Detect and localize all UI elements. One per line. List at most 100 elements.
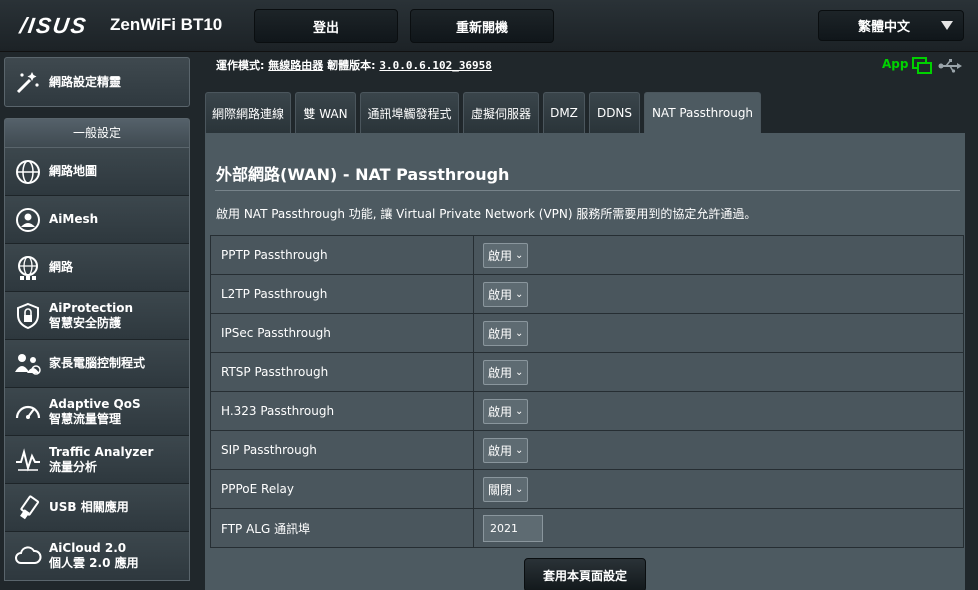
- sidebar-item-usb-application[interactable]: USB 相關應用: [5, 484, 189, 532]
- language-value: 繁體中文: [857, 20, 910, 35]
- cloud-icon: [11, 539, 45, 573]
- speedometer-icon: [11, 395, 45, 429]
- tab-virtual-server[interactable]: 虛擬伺服器: [463, 92, 539, 133]
- asus-logo: /ISUS: [18, 13, 90, 38]
- row-label: PPTP Passthrough: [210, 235, 474, 275]
- family-icon: [11, 347, 45, 381]
- table-row: FTP ALG 通訊埠 2021: [210, 508, 964, 548]
- sidebar-item-text: AiCloud 2.0 個人雲 2.0 應用: [49, 541, 139, 571]
- sidebar-item-adaptive-qos[interactable]: Adaptive QoS 智慧流量管理: [5, 388, 189, 436]
- usb-drive-icon: [11, 491, 45, 525]
- table-row: IPSec Passthrough 啟用 ⌄: [210, 313, 964, 353]
- ipsec-passthrough-select[interactable]: 啟用 ⌄: [483, 320, 529, 346]
- reboot-button[interactable]: 重新開機: [410, 9, 554, 43]
- chevron-down-icon: ⌄: [515, 444, 524, 456]
- firmware-version-link[interactable]: 3.0.0.6.102_36958: [379, 59, 492, 72]
- sidebar-item-sublabel: 智慧流量管理: [49, 411, 122, 426]
- sidebar-item-text: AiProtection 智慧安全防護: [49, 301, 133, 331]
- l2tp-passthrough-select[interactable]: 啟用 ⌄: [483, 281, 529, 307]
- tab-internet-connection[interactable]: 網際網路連線: [205, 92, 291, 133]
- sidebar-item-text: Adaptive QoS 智慧流量管理: [49, 397, 141, 427]
- tab-nat-passthrough[interactable]: NAT Passthrough: [644, 92, 761, 133]
- select-value: 啟用: [488, 326, 513, 341]
- sidebar-item-network[interactable]: 網路: [5, 244, 189, 292]
- table-row: PPTP Passthrough 啟用 ⌄: [210, 235, 964, 275]
- row-label: L2TP Passthrough: [210, 274, 474, 314]
- apply-settings-button[interactable]: 套用本頁面設定: [524, 558, 646, 590]
- table-row: L2TP Passthrough 啟用 ⌄: [210, 274, 964, 314]
- tab-dual-wan[interactable]: 雙 WAN: [295, 92, 356, 133]
- select-value: 啟用: [488, 287, 513, 302]
- row-label: SIP Passthrough: [210, 430, 474, 470]
- row-label: H.323 Passthrough: [210, 391, 474, 431]
- sidebar-item-aiprotection[interactable]: AiProtection 智慧安全防護: [5, 292, 189, 340]
- chevron-down-icon: ⌄: [515, 483, 524, 495]
- chevron-down-icon: ⌄: [515, 366, 524, 378]
- table-row: SIP Passthrough 啟用 ⌄: [210, 430, 964, 470]
- page-title: 外部網路(WAN) - NAT Passthrough: [216, 165, 510, 184]
- sidebar-item-text: Traffic Analyzer 流量分析: [49, 445, 153, 475]
- shield-lock-icon: [11, 299, 45, 333]
- sidebar-item-label: AiProtection: [49, 300, 133, 315]
- pppoe-relay-select[interactable]: 關閉 ⌄: [483, 476, 529, 502]
- sidebar-item-parental-controls[interactable]: 家長電腦控制程式: [5, 340, 189, 388]
- row-label: IPSec Passthrough: [210, 313, 474, 353]
- network-globe-icon: [11, 251, 45, 285]
- rtsp-passthrough-select[interactable]: 啟用 ⌄: [483, 359, 529, 385]
- aimesh-icon: [11, 203, 45, 237]
- h323-passthrough-select[interactable]: 啟用 ⌄: [483, 398, 529, 424]
- logout-button[interactable]: 登出: [254, 9, 398, 43]
- sidebar-item-label: 網路地圖: [49, 164, 98, 178]
- select-value: 啟用: [488, 404, 513, 419]
- sidebar-item-label: USB 相關應用: [49, 500, 129, 514]
- sidebar-item-label: Adaptive QoS: [49, 396, 141, 411]
- select-value: 啟用: [488, 365, 513, 380]
- usb-status-icon[interactable]: [938, 58, 962, 77]
- network-status-icon[interactable]: [912, 57, 932, 79]
- chevron-down-icon: ⌄: [515, 288, 524, 300]
- operation-mode-link[interactable]: 無線路由器: [268, 59, 323, 72]
- quick-setup-label: 網路設定精靈: [49, 74, 122, 89]
- sidebar-item-sublabel: 智慧安全防護: [49, 315, 122, 330]
- chevron-down-icon: ⌄: [515, 405, 524, 417]
- row-label: PPPoE Relay: [210, 469, 474, 509]
- sidebar-item-traffic-analyzer[interactable]: Traffic Analyzer 流量分析: [5, 436, 189, 484]
- brand-logo-text: /ISUS: [18, 13, 90, 38]
- title-divider: [215, 190, 960, 191]
- chevron-down-icon: ⌄: [515, 327, 524, 339]
- language-select[interactable]: 繁體中文: [818, 10, 964, 41]
- ftp-alg-port-input[interactable]: 2021: [483, 514, 543, 542]
- quick-setup-button[interactable]: 網路設定精靈: [4, 57, 190, 107]
- globe-icon: [11, 155, 45, 189]
- sidebar-item-label: AiMesh: [49, 212, 99, 226]
- firmware-label: 韌體版本:: [327, 59, 376, 72]
- row-label: FTP ALG 通訊埠: [210, 508, 474, 548]
- settings-table: PPTP Passthrough 啟用 ⌄ L2TP Passthrough 啟用…: [210, 235, 964, 548]
- sidebar-section-title: 一般設定: [4, 118, 190, 147]
- select-value: 啟用: [488, 443, 513, 458]
- sidebar-item-label: Traffic Analyzer: [49, 444, 154, 459]
- top-header: /ISUS ZenWiFi BT10 登出 重新開機 繁體中文: [0, 0, 978, 52]
- sidebar-menu: 網路地圖 AiMesh 網路 AiProtection 智慧安全防護 家長電腦控…: [4, 147, 190, 581]
- tab-port-trigger[interactable]: 通訊埠觸發程式: [360, 92, 459, 133]
- app-link[interactable]: App: [882, 57, 908, 71]
- status-info-bar: 運作模式: 無線路由器 韌體版本: 3.0.0.6.102_36958: [216, 57, 492, 73]
- select-value: 關閉: [488, 482, 513, 497]
- wand-icon: [11, 65, 45, 99]
- tab-dmz[interactable]: DMZ: [543, 92, 585, 133]
- model-name: ZenWiFi BT10: [110, 15, 223, 34]
- table-row: PPPoE Relay 關閉 ⌄: [210, 469, 964, 509]
- row-label: RTSP Passthrough: [210, 352, 474, 392]
- sidebar-item-aicloud[interactable]: AiCloud 2.0 個人雲 2.0 應用: [5, 532, 189, 580]
- page-description: 啟用 NAT Passthrough 功能, 讓 Virtual Private…: [216, 207, 757, 221]
- select-value: 啟用: [488, 248, 513, 263]
- traffic-wave-icon: [11, 443, 45, 477]
- sidebar-item-label: AiCloud 2.0: [49, 541, 127, 555]
- pptp-passthrough-select[interactable]: 啟用 ⌄: [483, 242, 529, 268]
- tab-ddns[interactable]: DDNS: [589, 92, 640, 133]
- sip-passthrough-select[interactable]: 啟用 ⌄: [483, 437, 529, 463]
- sidebar-item-aimesh[interactable]: AiMesh: [5, 196, 189, 244]
- main-panel: 外部網路(WAN) - NAT Passthrough 啟用 NAT Passt…: [205, 133, 965, 590]
- operation-mode-label: 運作模式:: [216, 59, 265, 72]
- sidebar-item-network-map[interactable]: 網路地圖: [5, 148, 189, 196]
